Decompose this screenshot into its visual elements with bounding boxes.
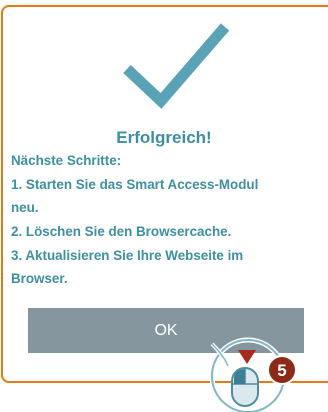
step-line: Browser. [11, 271, 68, 287]
dialog-title: Erfolgreich! [116, 128, 212, 147]
checkmark-icon [123, 23, 230, 109]
step-line: 3. Aktualisieren Sie Ihre Webseite im [11, 247, 244, 263]
screen: Erfolgreich! Nächste Schritte: 1. Starte… [0, 0, 328, 412]
step-number-badge: 5 [267, 355, 297, 385]
click-callout: 5 [210, 337, 297, 412]
step-number: 5 [277, 361, 286, 380]
down-arrow-icon [238, 350, 256, 364]
step-line: 1. Starten Sie das Smart Access-Modul [11, 176, 259, 192]
step-line: neu. [11, 200, 39, 216]
next-steps-text: Nächste Schritte: 1. Starten Sie das Sma… [11, 149, 328, 291]
steps-heading: Nächste Schritte: [11, 153, 122, 168]
step-line: 2. Löschen Sie den Browsercache. [11, 224, 232, 240]
